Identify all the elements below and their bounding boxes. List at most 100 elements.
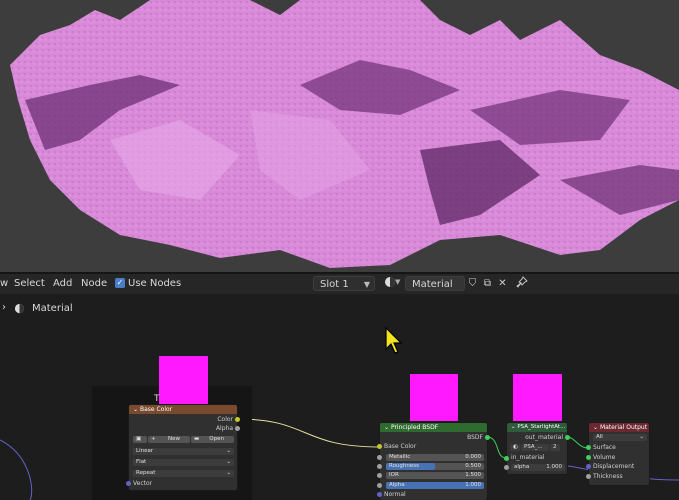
ior-field[interactable]: IOR 1.500 xyxy=(386,472,484,479)
socket-normal-in[interactable] xyxy=(377,492,382,497)
open-label: Open xyxy=(209,436,224,442)
socket-group-alpha-in[interactable] xyxy=(504,465,509,470)
chevron-down-icon: ⌄ xyxy=(226,470,231,476)
alpha-slider[interactable]: Alpha 1.000 xyxy=(386,482,484,489)
3d-viewport[interactable] xyxy=(0,0,679,272)
socket-volume-in[interactable] xyxy=(586,455,591,460)
socket-metallic-in[interactable] xyxy=(377,455,382,460)
projection-value: Flat xyxy=(136,459,147,465)
material-name: Material xyxy=(412,279,453,290)
bsdf-preview-swatch xyxy=(410,374,458,421)
node-header[interactable]: ⌄ Material Output xyxy=(589,423,649,432)
socket-in-material[interactable] xyxy=(504,456,509,461)
output-target-value: All xyxy=(596,434,603,440)
collapse-chevron-icon[interactable]: ⌄ xyxy=(511,424,516,430)
input-normal: Normal xyxy=(384,491,406,498)
mouse-cursor-icon xyxy=(385,327,403,354)
extension-dropdown[interactable]: Repeat ⌄ xyxy=(133,470,234,477)
roughness-value: 0.500 xyxy=(465,463,481,469)
socket-bsdf-out[interactable] xyxy=(485,435,490,440)
menu-add[interactable]: Add xyxy=(53,278,72,289)
chevron-down-icon: ⌄ xyxy=(226,448,231,454)
node-header[interactable]: ⌄ Base Color xyxy=(129,405,237,414)
folder-icon: ▬ xyxy=(194,436,200,442)
color-preview-swatch xyxy=(159,356,208,404)
node-title: PSA_StarlightAt... xyxy=(517,424,566,430)
fake-user-shield-icon[interactable]: ⛉ xyxy=(465,276,480,291)
node-title: Principled BSDF xyxy=(390,424,439,431)
socket-alpha-out[interactable] xyxy=(235,426,240,431)
material-sphere-icon xyxy=(14,303,25,317)
socket-vector-in[interactable] xyxy=(126,481,131,486)
node-header[interactable]: ⌄ PSA_StarlightAt... xyxy=(507,423,567,432)
input-thickness: Thickness xyxy=(593,473,623,480)
input-vector: Vector xyxy=(133,480,153,487)
group-alpha-field[interactable]: alpha 1.000 xyxy=(511,464,565,471)
node-header[interactable]: ⌄ Principled BSDF xyxy=(380,423,487,432)
slot-dropdown[interactable]: Slot 1 ▼ xyxy=(313,276,375,291)
interpolation-value: Linear xyxy=(136,448,154,454)
output-bsdf: BSDF xyxy=(467,434,483,441)
collapse-chevron-icon[interactable]: ⌄ xyxy=(384,424,389,431)
output-material: out_material xyxy=(525,434,563,441)
alpha-value: 1.000 xyxy=(465,482,481,488)
metallic-slider[interactable]: Metallic 0.000 xyxy=(386,454,484,461)
socket-surface-in[interactable] xyxy=(586,445,591,450)
input-displacement: Displacement xyxy=(593,463,635,470)
group-datablock-field[interactable]: PSA_... xyxy=(521,444,549,451)
output-target-dropdown[interactable]: All ⌄ xyxy=(593,434,647,441)
chevron-down-icon: ⌄ xyxy=(639,434,644,440)
users-count[interactable]: 2 xyxy=(550,444,560,451)
datablock-name: PSA_... xyxy=(524,444,543,450)
roughness-label: Roughness xyxy=(389,463,420,469)
collapse-chevron-icon[interactable]: ⌄ xyxy=(593,424,598,431)
node-editor-header: w Select Add Node ✓ Use Nodes Slot 1 ▼ ▼… xyxy=(0,274,679,294)
group-node[interactable]: ⌄ PSA_StarlightAt... out_material ◐ PSA_… xyxy=(506,422,568,475)
socket-color-out[interactable] xyxy=(235,417,240,422)
plus-icon: + xyxy=(151,436,156,442)
pin-icon[interactable] xyxy=(514,276,529,291)
frame-title-partial: T xyxy=(154,394,160,404)
duplicate-material-icon[interactable]: ⧉ xyxy=(480,276,495,291)
output-alpha: Alpha xyxy=(215,425,233,432)
socket-base-color-in[interactable] xyxy=(377,444,382,449)
image-browse-icon[interactable]: ▣ xyxy=(133,436,147,443)
socket-displacement-in[interactable] xyxy=(586,464,591,469)
metallic-value: 0.000 xyxy=(465,454,481,460)
unlink-close-icon[interactable]: ✕ xyxy=(495,276,510,291)
menu-node[interactable]: Node xyxy=(81,278,107,289)
menu-select[interactable]: Select xyxy=(14,278,45,289)
new-image-button[interactable]: + New xyxy=(148,436,190,443)
node-title: Base Color xyxy=(139,406,173,413)
input-volume: Volume xyxy=(593,454,616,461)
socket-roughness-in[interactable] xyxy=(377,464,382,469)
image-texture-node[interactable]: ⌄ Base Color Color Alpha ▣ + New ▬ Open … xyxy=(128,404,238,491)
breadcrumb-material: Material xyxy=(32,303,73,314)
nodetree-icon[interactable]: ◐ xyxy=(510,444,520,451)
slot-value: Slot 1 xyxy=(320,279,349,290)
socket-out-material[interactable] xyxy=(565,435,570,440)
chevron-right-icon[interactable]: › xyxy=(2,302,6,313)
socket-alpha-in[interactable] xyxy=(377,483,382,488)
input-base-color: Base Color xyxy=(384,443,417,450)
extension-value: Repeat xyxy=(136,470,156,476)
socket-thickness-in[interactable] xyxy=(586,474,591,479)
socket-ior-in[interactable] xyxy=(377,473,382,478)
group-preview-swatch xyxy=(513,374,562,421)
material-name-field[interactable]: Material xyxy=(405,276,465,291)
principled-bsdf-node[interactable]: ⌄ Principled BSDF BSDF Base Color Metall… xyxy=(379,422,488,500)
menu-view[interactable]: w xyxy=(0,278,8,289)
use-nodes-label: Use Nodes xyxy=(128,278,182,289)
material-output-node[interactable]: ⌄ Material Output All ⌄ Surface Volume D… xyxy=(588,422,650,486)
open-image-button[interactable]: ▬ Open xyxy=(191,436,234,443)
projection-dropdown[interactable]: Flat ⌄ xyxy=(133,459,234,466)
collapse-chevron-icon[interactable]: ⌄ xyxy=(133,406,138,413)
input-surface: Surface xyxy=(593,444,616,451)
interpolation-dropdown[interactable]: Linear ⌄ xyxy=(133,448,234,455)
use-nodes-checkbox[interactable]: ✓ xyxy=(115,278,125,288)
roughness-slider[interactable]: Roughness 0.500 xyxy=(386,463,484,470)
input-material: in_material xyxy=(511,454,545,461)
ior-value: 1.500 xyxy=(465,472,481,478)
chevron-down-icon[interactable]: ▼ xyxy=(395,278,400,286)
group-alpha-value: 1.000 xyxy=(546,464,562,470)
